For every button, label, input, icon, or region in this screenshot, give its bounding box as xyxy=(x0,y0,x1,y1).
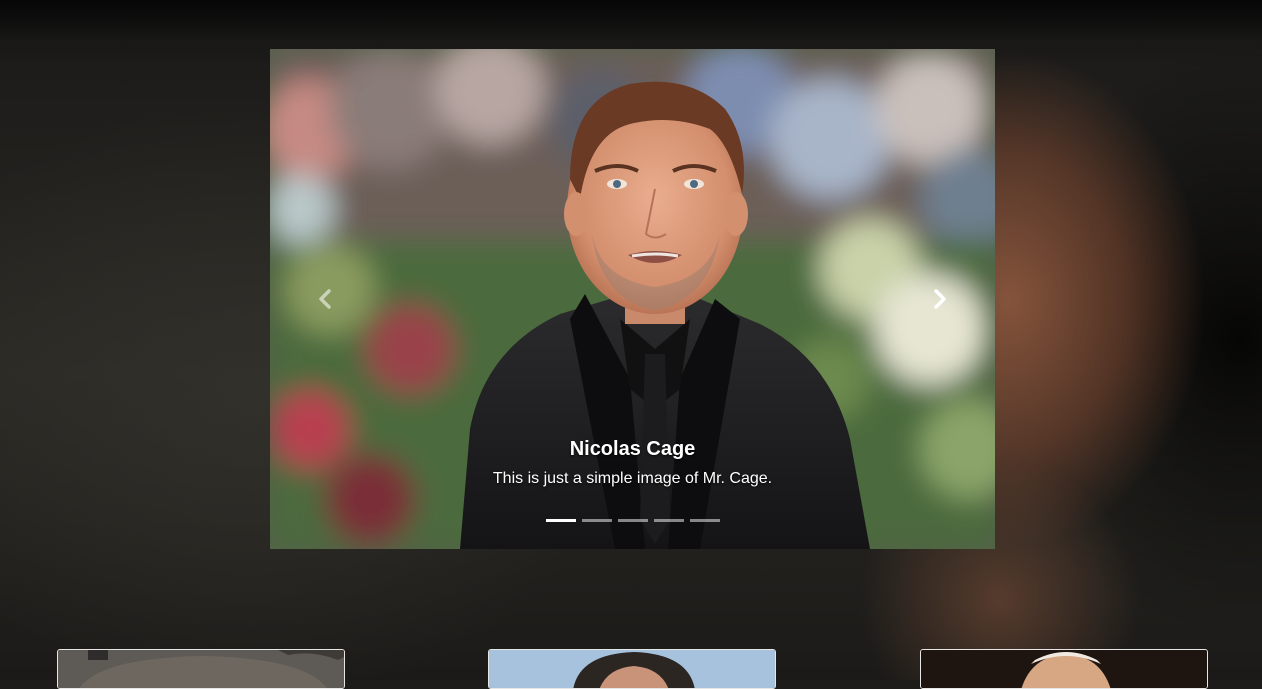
thumbnail-1[interactable] xyxy=(57,649,345,689)
image-carousel: Nicolas Cage This is just a simple image… xyxy=(270,49,995,549)
carousel-indicator-5[interactable] xyxy=(689,519,720,522)
carousel-next-button[interactable] xyxy=(885,49,995,549)
background-shade xyxy=(0,0,1262,40)
carousel-indicator-2[interactable] xyxy=(581,519,612,522)
thumbnail-1-image xyxy=(58,650,344,688)
thumbnail-3[interactable] xyxy=(920,649,1208,689)
carousel-indicator-3[interactable] xyxy=(617,519,648,522)
chevron-right-icon xyxy=(934,289,946,309)
carousel-indicator-4[interactable] xyxy=(653,519,684,522)
carousel-indicators xyxy=(270,519,995,522)
thumbnail-2[interactable] xyxy=(488,649,776,689)
thumbnail-2-image xyxy=(489,650,775,688)
carousel-indicator-1[interactable] xyxy=(545,519,576,522)
chevron-left-icon xyxy=(319,289,331,309)
carousel-prev-button[interactable] xyxy=(270,49,380,549)
thumbnail-3-image xyxy=(921,650,1207,688)
